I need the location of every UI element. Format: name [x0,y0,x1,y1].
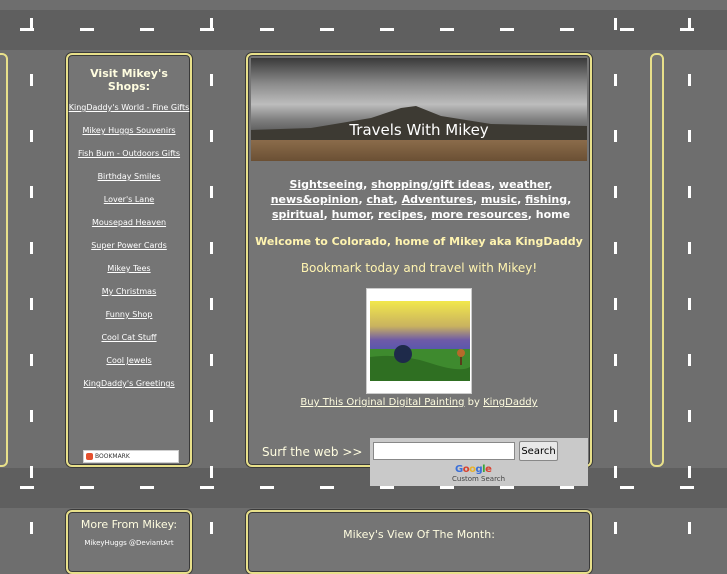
shop-link[interactable]: My Christmas [68,287,190,296]
shop-link[interactable]: Mikey Tees [68,264,190,273]
nav-link[interactable]: shopping/gift ideas [371,178,491,191]
nav-link[interactable]: chat [367,193,394,206]
nav-link[interactable]: humor [332,208,371,221]
shops-title: Visit Mikey's Shops: [90,67,168,93]
search-input[interactable] [373,442,515,460]
banner-image: Travels With Mikey [251,58,587,161]
google-search-box: Search Google Custom Search [370,438,588,486]
buy-by-text: by [467,397,480,408]
shop-link[interactable]: Mikey Huggs Souvenirs [68,126,190,135]
nav-link[interactable]: spiritual [272,208,324,221]
nav-link[interactable]: music [481,193,517,206]
road-center-left [210,0,224,545]
painting-thumbnail[interactable] [366,288,472,394]
more-from-mikey-title: More From Mikey: [80,518,178,531]
search-button[interactable]: Search [519,441,558,461]
road-left [30,0,44,545]
shop-link[interactable]: Lover's Lane [68,195,190,204]
shop-link[interactable]: KingDaddy's Greetings [68,379,190,388]
nav-links: Sightseeing, shopping/gift ideas, weathe… [270,178,572,221]
edge-panel-left [0,53,8,467]
bookmark-label: BOOKMARK [95,453,130,460]
surf-label: Surf the web >> [262,445,363,459]
shop-link[interactable]: Super Power Cards [68,241,190,250]
nav-link[interactable]: weather [499,178,548,191]
bookmark-icon [86,453,93,460]
road-center-right [614,0,628,545]
more-from-mikey-panel: More From Mikey: MikeyHuggs @DeviantArt [66,510,192,574]
bookmark-button[interactable]: BOOKMARK [83,450,179,463]
digital-painting-image [370,301,470,381]
shop-link[interactable]: Fish Bum - Outdoors Gifts [68,149,190,158]
main-panel: Travels With Mikey Sightseeing, shopping… [246,53,592,486]
edge-panel-right [650,53,664,467]
custom-search-label: Custom Search [452,475,506,483]
artist-link[interactable]: KingDaddy [483,397,537,408]
banner-title: Travels With Mikey [349,121,489,139]
nav-link[interactable]: news&opinion [271,193,359,206]
nav-link[interactable]: Sightseeing [289,178,363,191]
nav-link[interactable]: more resources [431,208,528,221]
view-of-month-title: Mikey's View Of The Month: [343,528,495,541]
google-logo: Google [455,464,492,475]
buy-line: Buy This Original Digital Painting by Ki… [248,397,590,408]
welcome-text: Welcome to Colorado, home of Mikey aka K… [255,235,583,248]
nav-link[interactable]: recipes [378,208,423,221]
shop-link[interactable]: Birthday Smiles [68,172,190,181]
deviantart-link[interactable]: MikeyHuggs @DeviantArt [68,539,190,547]
shop-link[interactable]: Mousepad Heaven [68,218,190,227]
shop-link[interactable]: KingDaddy's World - Fine Gifts [68,103,190,112]
bookmark-today-text: Bookmark today and travel with Mikey! [300,261,538,275]
nav-home: home [535,208,571,221]
shops-sidebar: Visit Mikey's Shops: KingDaddy's World -… [66,53,192,467]
nav-link[interactable]: Adventures [402,193,473,206]
view-of-month-panel: Mikey's View Of The Month: [246,510,592,574]
road-right [688,0,702,545]
shop-link[interactable]: Cool Cat Stuff [68,333,190,342]
shop-link[interactable]: Funny Shop [68,310,190,319]
buy-painting-link[interactable]: Buy This Original Digital Painting [300,397,464,408]
nav-link[interactable]: fishing [525,193,567,206]
shop-link[interactable]: Cool Jewels [68,356,190,365]
